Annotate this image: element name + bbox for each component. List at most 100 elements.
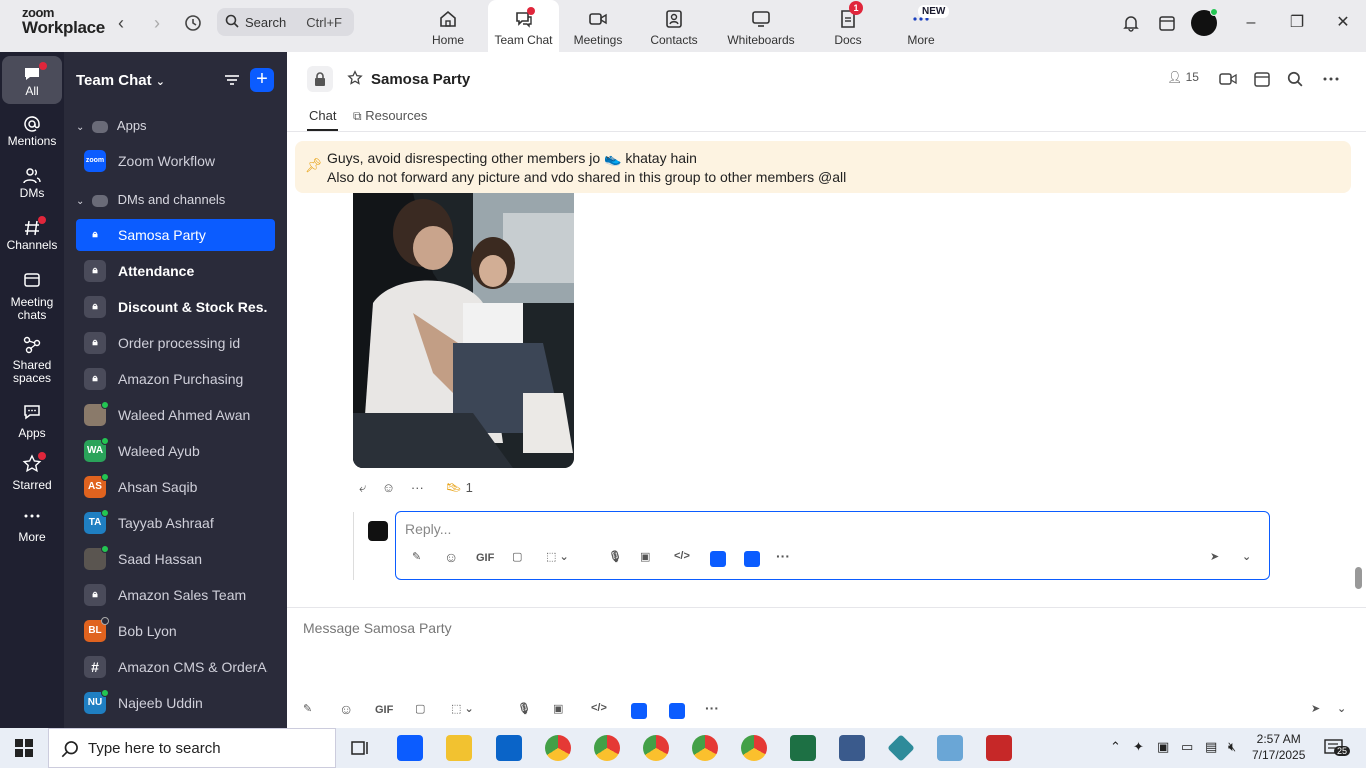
app-icon-2[interactable] xyxy=(669,703,685,719)
tab-resources[interactable]: ⧉ Resources xyxy=(353,108,427,124)
notifications-bell-icon[interactable] xyxy=(1118,10,1144,36)
shared-photo[interactable] xyxy=(353,193,574,468)
calendar-icon[interactable] xyxy=(1253,70,1271,88)
gif-button[interactable]: GIF xyxy=(375,704,393,716)
tray-app-icon[interactable]: ▣ xyxy=(1157,739,1169,755)
rail-apps[interactable]: Apps xyxy=(2,402,62,440)
channel-item[interactable]: 🔒︎ Discount & Stock Res... xyxy=(76,291,275,323)
sidebar-title[interactable]: Team Chat ⌄ xyxy=(76,72,165,89)
pinned-message[interactable]: 📌︎ Guys, avoid disrespecting other membe… xyxy=(295,141,1351,193)
outlook-icon[interactable] xyxy=(496,735,522,761)
emoji-icon[interactable]: ☺ xyxy=(339,701,353,717)
search-box[interactable]: Search Ctrl+F xyxy=(217,8,354,36)
video-message-icon[interactable]: ▣ xyxy=(640,550,650,563)
more-tools-icon[interactable]: ··· xyxy=(776,548,790,564)
reply-thread-icon[interactable]: ⤶ xyxy=(359,480,366,495)
task-view-icon[interactable] xyxy=(348,735,374,761)
channel-item[interactable]: 🔒︎ Attendance xyxy=(76,255,275,287)
send-icon[interactable]: ➤ xyxy=(1311,702,1320,715)
message-composer[interactable]: Message Samosa Party ✎ ☺ GIF ▢ ⬚ ⌄ 🎙︎ ▣ … xyxy=(287,607,1366,728)
tab-docs[interactable]: Docs 1 xyxy=(828,0,868,52)
channel-item[interactable]: 🔒︎ Order processing id xyxy=(76,327,275,359)
channel-item[interactable]: 🔒︎ Amazon Purchasing xyxy=(76,363,275,395)
chevron-up-icon[interactable]: ⌃ xyxy=(1110,739,1121,755)
dm-item[interactable]: WA Waleed Ayub xyxy=(76,435,275,467)
filezilla-icon[interactable] xyxy=(986,735,1012,761)
video-message-icon[interactable]: ▣ xyxy=(553,702,563,715)
zoom-taskbar-icon[interactable] xyxy=(397,735,423,761)
notification-center-icon[interactable]: 25 xyxy=(1324,738,1351,756)
dm-item[interactable]: Saad Hassan xyxy=(76,543,275,575)
volume-muted-icon[interactable]: 🔇︎ xyxy=(1228,739,1236,755)
file-explorer-icon[interactable] xyxy=(446,735,472,761)
chrome-icon[interactable] xyxy=(741,735,767,761)
more-actions-icon[interactable]: ··· xyxy=(411,480,424,495)
more-options-icon[interactable] xyxy=(1323,76,1339,82)
windows-start-icon[interactable] xyxy=(15,739,33,757)
rail-mentions[interactable]: Mentions xyxy=(2,114,62,148)
format-icon[interactable]: ✎ xyxy=(303,702,312,715)
restore-icon[interactable]: ❐ xyxy=(1284,10,1310,36)
calculator-icon[interactable] xyxy=(839,735,865,761)
rail-channels[interactable]: Channels xyxy=(2,216,62,252)
microphone-icon[interactable]: 🎙︎ xyxy=(608,550,622,563)
dm-item[interactable]: Waleed Ahmed Awan xyxy=(76,399,275,431)
tab-whiteboards[interactable]: Whiteboards xyxy=(724,0,798,52)
tab-chat[interactable]: Chat xyxy=(306,108,339,131)
star-icon[interactable] xyxy=(347,70,363,86)
avatar[interactable] xyxy=(1191,8,1218,36)
emoji-icon[interactable]: ☺ xyxy=(444,549,458,565)
more-tools-icon[interactable]: ··· xyxy=(705,700,719,716)
rail-meeting-chats[interactable]: Meeting chats xyxy=(2,270,62,322)
tray-app-icon[interactable]: ✦ xyxy=(1133,739,1144,755)
taskbar-search[interactable]: Type here to search xyxy=(48,728,336,768)
minimize-icon[interactable]: – xyxy=(1238,10,1264,36)
channel-item[interactable]: 🔒︎ Samosa Party xyxy=(76,219,275,251)
send-icon[interactable]: ➤ xyxy=(1210,550,1219,563)
taskbar-clock[interactable]: 2:57 AM 7/17/2025 xyxy=(1252,731,1305,763)
tab-home[interactable]: Home xyxy=(420,0,476,52)
filter-icon[interactable] xyxy=(222,70,242,90)
send-options-chevron-icon[interactable]: ⌄ xyxy=(1242,550,1251,563)
chrome-icon[interactable] xyxy=(594,735,620,761)
rail-more[interactable]: More xyxy=(2,506,62,544)
section-dms-channels[interactable]: ⌄ DMs and channels xyxy=(76,192,225,207)
history-icon[interactable] xyxy=(182,12,204,34)
reaction-chip[interactable]: 👟︎ 1 xyxy=(445,480,472,495)
tab-more[interactable]: More NEW xyxy=(898,0,950,52)
app-icon-1[interactable] xyxy=(631,703,647,719)
send-options-chevron-icon[interactable]: ⌄ xyxy=(1337,702,1346,715)
code-icon[interactable]: </> xyxy=(591,702,607,714)
dm-item[interactable]: NU Najeeb Uddin xyxy=(76,687,275,719)
back-arrow-icon[interactable]: ‹ xyxy=(110,12,132,34)
gif-button[interactable]: GIF xyxy=(476,552,494,564)
rail-shared-spaces[interactable]: Shared spaces xyxy=(2,335,62,385)
tab-team-chat[interactable]: Team Chat xyxy=(488,0,559,52)
screenshot-icon[interactable]: ⬚ ⌄ xyxy=(451,702,474,715)
dm-item[interactable]: BL Bob Lyon xyxy=(76,615,275,647)
chrome-icon[interactable] xyxy=(643,735,669,761)
section-apps[interactable]: ⌄ Apps xyxy=(76,118,147,133)
calendar-icon[interactable] xyxy=(1154,10,1180,36)
add-reaction-icon[interactable]: ☺ xyxy=(382,480,395,495)
dm-item[interactable]: TA Tayyab Ashraaf xyxy=(76,507,275,539)
app-taskbar-icon[interactable] xyxy=(937,735,963,761)
app-taskbar-icon[interactable] xyxy=(887,734,915,762)
code-icon[interactable]: </> xyxy=(674,550,690,562)
chrome-icon[interactable] xyxy=(692,735,718,761)
channel-title[interactable]: Samosa Party xyxy=(371,71,470,88)
rail-starred[interactable]: Starred xyxy=(2,452,62,492)
members-button[interactable]: 👤︎ 15 xyxy=(1167,70,1199,84)
file-icon[interactable]: ▢ xyxy=(512,550,522,563)
screenshot-icon[interactable]: ⬚ ⌄ xyxy=(546,550,569,563)
excel-icon[interactable] xyxy=(790,735,816,761)
tab-meetings[interactable]: Meetings xyxy=(570,0,626,52)
new-chat-button[interactable]: + xyxy=(250,68,274,92)
close-icon[interactable]: ✕ xyxy=(1330,10,1356,36)
file-icon[interactable]: ▢ xyxy=(415,702,425,715)
dm-item[interactable]: AS Ahsan Saqib xyxy=(76,471,275,503)
microphone-icon[interactable]: 🎙︎ xyxy=(517,702,531,715)
channel-item[interactable]: # Amazon CMS & OrderA... xyxy=(76,651,275,683)
app-icon-2[interactable] xyxy=(744,551,760,567)
scroll-thumb[interactable] xyxy=(1355,567,1362,589)
